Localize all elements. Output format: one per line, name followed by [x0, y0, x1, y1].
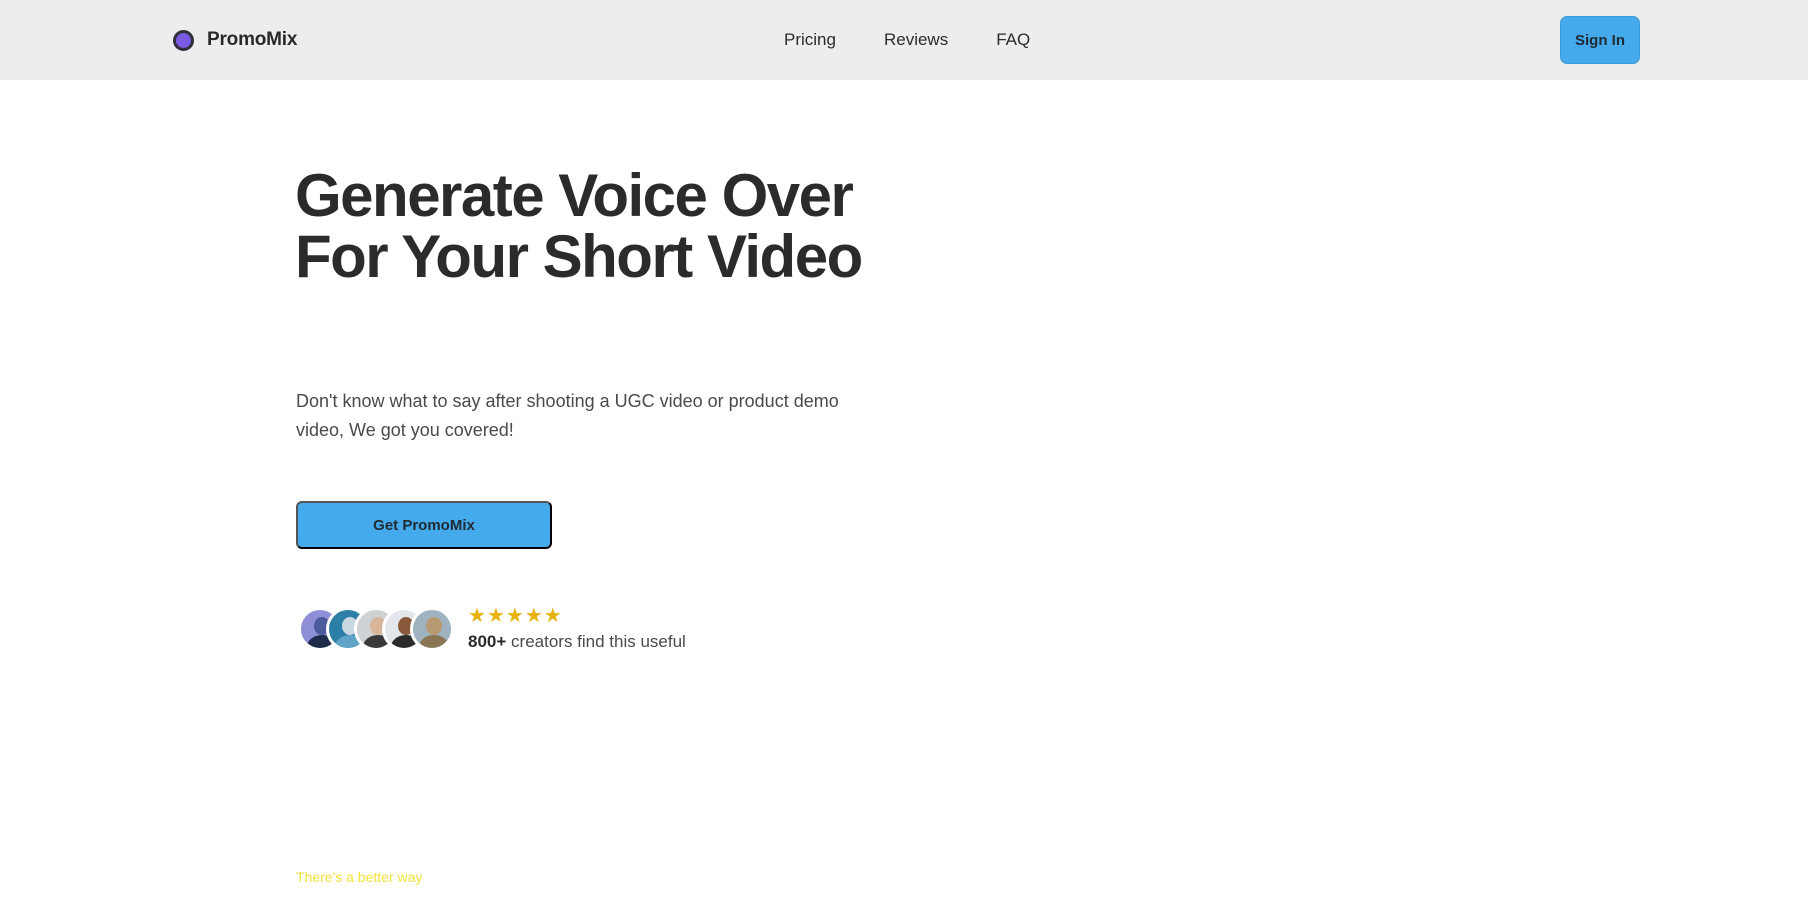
- creator-count: 800+: [468, 632, 507, 651]
- get-promomix-button[interactable]: Get PromoMix: [296, 501, 552, 549]
- top-navbar: PromoMix Pricing Reviews FAQ Sign In: [0, 0, 1808, 80]
- hero-title: Generate Voice Over For Your Short Video: [295, 162, 863, 290]
- social-proof-label: creators find this useful: [511, 632, 686, 651]
- avatar: [410, 607, 454, 651]
- brand-name: PromoMix: [207, 29, 298, 50]
- rating-block: ★ ★ ★ ★ ★ 800+ creators find this useful: [468, 605, 686, 653]
- star-icon: ★: [468, 603, 486, 627]
- hero-subtitle: Don't know what to say after shooting a …: [296, 391, 839, 440]
- star-rating: ★ ★ ★ ★ ★: [468, 605, 686, 625]
- star-icon: ★: [486, 603, 505, 627]
- brand-link[interactable]: PromoMix: [173, 27, 297, 53]
- nav-link-pricing[interactable]: Pricing: [784, 28, 836, 52]
- star-icon: ★: [524, 603, 543, 627]
- creator-avatars: [298, 607, 454, 651]
- nav-link-reviews[interactable]: Reviews: [884, 28, 948, 52]
- star-icon: ★: [505, 603, 524, 627]
- circle-logo-icon: [173, 29, 194, 51]
- star-icon: ★: [543, 603, 562, 627]
- main-nav: Pricing Reviews FAQ: [784, 28, 1030, 52]
- section-eyebrow: There's a better way: [296, 869, 423, 885]
- social-proof-text: 800+ creators find this useful: [468, 631, 686, 653]
- nav-link-faq[interactable]: FAQ: [996, 28, 1030, 52]
- sign-in-button[interactable]: Sign In: [1560, 16, 1640, 64]
